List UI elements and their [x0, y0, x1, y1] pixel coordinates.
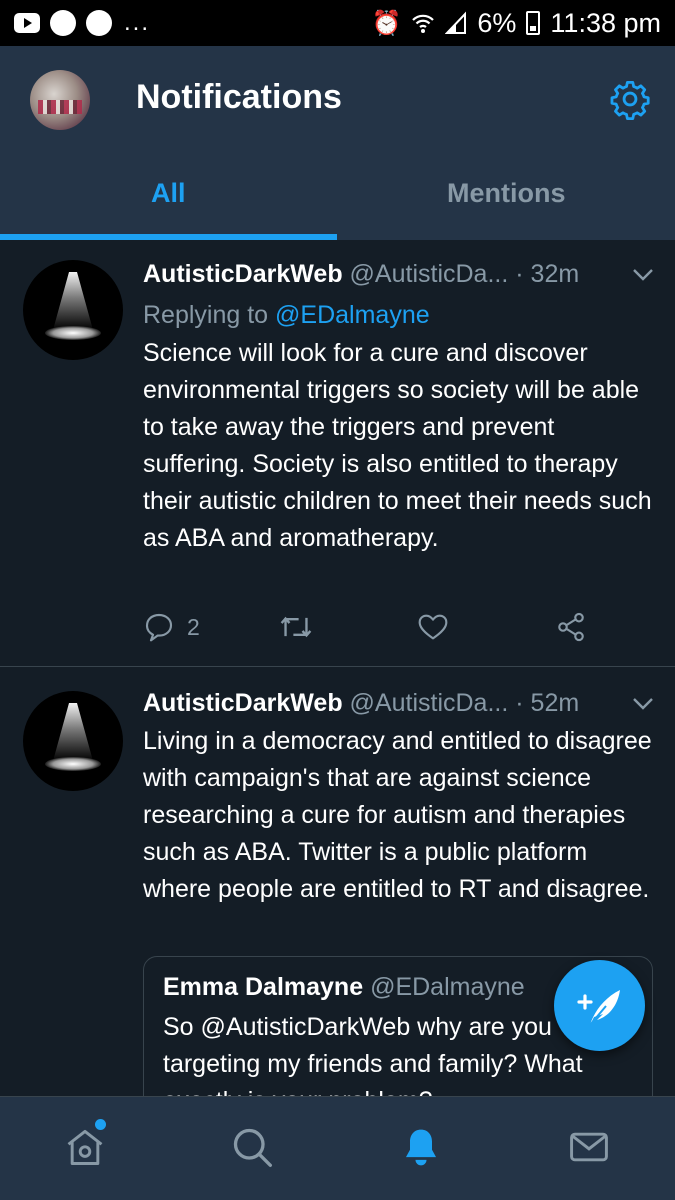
heart-icon [418, 614, 448, 640]
wifi-icon [412, 14, 435, 33]
clock: 11:38 pm [550, 7, 661, 38]
more-notifications-indicator: ... [124, 9, 151, 36]
tweet-header: AutisticDarkWeb @AutisticDa... · 52m [143, 689, 579, 718]
chevron-down-icon[interactable] [632, 697, 654, 711]
tab-all[interactable]: All [151, 178, 186, 209]
tweet-text: Science will look for a cure and discove… [143, 339, 652, 552]
user-handle: @AutisticDa... [349, 689, 509, 717]
reply-mention-link[interactable]: @EDalmayne [275, 301, 430, 329]
display-name[interactable]: AutisticDarkWeb [143, 260, 343, 288]
tweet-time: · 32m [515, 260, 580, 288]
tweet-time: · 52m [515, 689, 580, 717]
notification-tabs: All Mentions [0, 154, 675, 240]
replying-to: Replying to @EDalmayne [143, 301, 430, 330]
compose-tweet-button[interactable] [554, 960, 645, 1051]
reply-button[interactable]: 2 [143, 611, 200, 643]
reply-count: 2 [187, 613, 200, 640]
share-icon [558, 612, 584, 642]
home-notification-dot [95, 1119, 106, 1130]
status-notification-icons: ... [14, 9, 150, 37]
search-icon[interactable] [230, 1125, 274, 1169]
status-system-icons: ⏰ 6% 11:38 pm [372, 8, 662, 39]
user-handle: @AutisticDa... [349, 260, 509, 288]
reply-icon [145, 613, 173, 642]
display-name[interactable]: AutisticDarkWeb [143, 689, 343, 717]
battery-percent: 6% [477, 7, 517, 38]
smiley-icon [86, 10, 112, 36]
status-bar: ... ⏰ 6% 11:38 pm [0, 0, 675, 46]
replying-to-label: Replying to [143, 301, 276, 329]
tab-mentions[interactable]: Mentions [447, 178, 566, 209]
tweet-text: Living in a democracy and entitled to di… [143, 727, 652, 903]
share-button[interactable] [555, 611, 587, 643]
avatar[interactable] [23, 260, 123, 360]
page-title: Notifications [136, 78, 342, 116]
like-button[interactable] [417, 611, 449, 643]
tweet-item[interactable]: AutisticDarkWeb @AutisticDa... · 32m Rep… [0, 240, 675, 666]
bell-icon[interactable] [399, 1125, 443, 1169]
retweet-icon [280, 616, 312, 638]
app-header: Notifications [0, 46, 675, 154]
quoted-display-name: Emma Dalmayne [163, 973, 364, 1001]
compose-tweet-icon [577, 990, 620, 1026]
battery-icon [526, 11, 541, 35]
alarm-icon: ⏰ [371, 9, 402, 37]
home-icon[interactable] [63, 1125, 107, 1169]
youtube-icon [14, 13, 40, 33]
quoted-tweet-header: Emma Dalmayne @EDalmayne [163, 973, 525, 1002]
mail-icon[interactable] [567, 1125, 611, 1169]
chevron-down-icon[interactable] [632, 268, 654, 282]
gear-icon[interactable] [609, 78, 651, 120]
profile-avatar[interactable] [30, 70, 90, 130]
avatar[interactable] [23, 691, 123, 791]
quoted-user-handle: @EDalmayne [370, 973, 525, 1001]
tweet-actions: 2 [143, 611, 603, 647]
messenger-icon [50, 10, 76, 36]
retweet-button[interactable] [279, 611, 313, 643]
signal-icon [445, 11, 467, 34]
bottom-navigation [0, 1096, 675, 1200]
tweet-header: AutisticDarkWeb @AutisticDa... · 32m [143, 260, 579, 289]
